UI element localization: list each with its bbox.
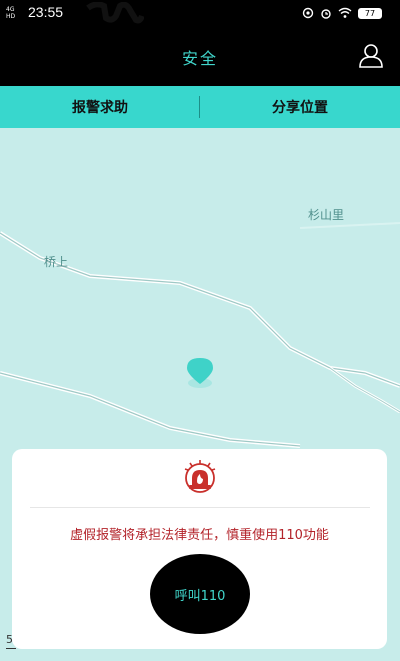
alarm-siren-icon — [184, 460, 216, 493]
redacted-blot — [86, 2, 144, 24]
user-icon[interactable] — [358, 42, 384, 68]
status-bar: 4G HD 23:55 77 — [0, 0, 400, 26]
system-icons: 77 — [302, 5, 382, 21]
battery-indicator: 77 — [358, 7, 382, 19]
tab-share-location[interactable]: 分享位置 — [200, 86, 400, 128]
app-header: 安全 — [0, 26, 400, 86]
location-status-icon — [302, 7, 314, 19]
tab-divider — [199, 96, 200, 118]
wifi-icon — [338, 7, 352, 18]
map-scale-label: 5 — [6, 633, 13, 646]
tab-bar: 报警求助 分享位置 — [0, 86, 400, 128]
network-indicator: 4G HD — [6, 6, 16, 20]
page-title: 安全 — [181, 49, 218, 68]
false-alarm-warning: 虚假报警将承担法律责任，慎重使用110功能 — [70, 528, 329, 543]
tab-alarm-help[interactable]: 报警求助 — [0, 86, 200, 128]
panel-divider — [30, 507, 370, 508]
location-pin-icon[interactable] — [185, 356, 215, 390]
place-label: 桥上 — [44, 255, 69, 269]
clock: 23:55 — [28, 4, 64, 20]
alarm-clock-icon — [321, 9, 331, 19]
place-label: 杉山里 — [308, 208, 345, 222]
call-110-button[interactable]: 呼叫110 — [150, 554, 250, 634]
map-scale-bar — [6, 648, 16, 649]
